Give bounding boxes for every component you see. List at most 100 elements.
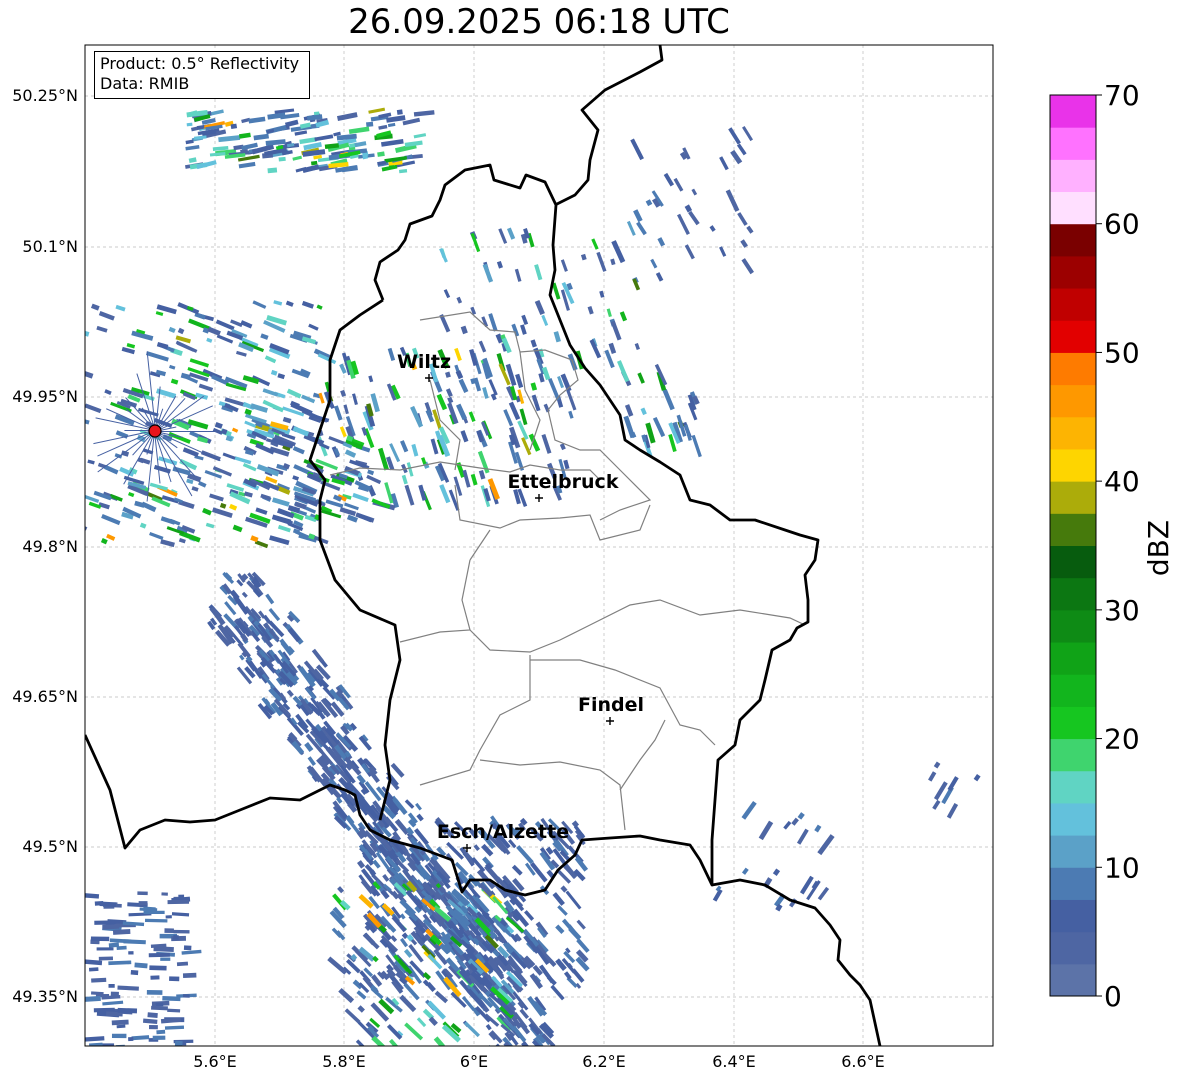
echo-cell [130, 969, 139, 976]
echo-cell [99, 901, 117, 907]
echo-cell [152, 1035, 166, 1040]
echo-cell [128, 951, 134, 955]
echo-cell [117, 1007, 138, 1014]
echo-cell [76, 924, 85, 929]
echo-cell [111, 1019, 129, 1026]
echo-cell [126, 1058, 137, 1062]
echo-cell [230, 123, 238, 130]
lon-tick: 6°E [460, 1052, 488, 1071]
lat-tick: 49.5°N [22, 837, 78, 856]
echo-cell [160, 957, 171, 961]
echo-cell [169, 976, 180, 982]
echo-cell [176, 1068, 185, 1072]
echo-cell [139, 1058, 145, 1061]
lat-tick: 49.95°N [12, 387, 78, 406]
echo-cell [186, 122, 193, 127]
echo-cell [98, 956, 114, 961]
echo-cell [103, 1067, 109, 1072]
echo-cell [85, 995, 101, 1002]
echo-cell [89, 1042, 103, 1046]
lat-tick: 49.65°N [12, 687, 78, 706]
echo-cell [162, 1059, 170, 1063]
echo-cell [165, 915, 172, 919]
echo-cell [278, 156, 286, 162]
echo-cell [167, 1008, 181, 1013]
echo-cell [116, 1024, 126, 1029]
echo-cell [173, 929, 190, 934]
echo-cell [176, 961, 189, 967]
echo-cell [151, 1005, 168, 1011]
echo-cell [110, 991, 119, 997]
lat-tick: 49.8°N [22, 537, 78, 556]
map-frame-bg [85, 45, 993, 1046]
echo-cell [161, 1045, 180, 1046]
lon-tick: 6.4°E [712, 1052, 756, 1071]
echo-cell [183, 945, 192, 951]
echo-cell [112, 929, 131, 935]
lon-tick: 5.6°E [193, 1052, 237, 1071]
echo-cell [147, 1012, 158, 1018]
echo-cell [89, 1068, 101, 1072]
city-label-findel: Findel [578, 694, 644, 716]
echo-cell [178, 894, 185, 900]
echo-cell [174, 1040, 183, 1046]
lat-tick: 50.1°N [22, 237, 78, 256]
radar-map: Wiltz Ettelbruck Findel Esch/Alzette 5.6… [12, 44, 994, 1073]
echo-cell [104, 1049, 115, 1053]
echo-cell [155, 431, 223, 432]
echo-cell [267, 167, 278, 174]
echo-cell [128, 1036, 134, 1042]
echo-cell [146, 990, 163, 995]
city-label-wiltz: Wiltz [397, 351, 451, 373]
echo-cell [96, 947, 114, 951]
echo-cell [144, 918, 168, 923]
echo-cell [164, 928, 174, 933]
echo-cell [115, 1044, 125, 1046]
echo-cell [143, 910, 165, 915]
echo-cell [105, 1062, 112, 1067]
lon-tick: 6.6°E [841, 1052, 885, 1071]
echo-cell [88, 1057, 108, 1063]
echo-cell [138, 901, 148, 906]
echo-cell [539, 1045, 549, 1046]
city-label-esch: Esch/Alzette [437, 821, 569, 843]
product-label: Product: 0.5° Reflectivity [100, 54, 300, 73]
echo-cell [149, 965, 167, 971]
echo-cell [113, 1068, 135, 1073]
echo-cell [99, 1056, 110, 1061]
echo-cell [91, 977, 107, 983]
echo-cell [149, 1024, 158, 1030]
city-label-ettelbruck: Ettelbruck [508, 471, 619, 493]
echo-cell [153, 946, 174, 953]
echo-cell [148, 952, 170, 958]
echo-cell [310, 160, 318, 166]
echo-cell [137, 891, 148, 896]
echo-cell [182, 994, 190, 998]
echo-cell [108, 984, 115, 988]
echo-cell [182, 972, 197, 979]
echo-cell [116, 945, 127, 950]
echo-cell [134, 1064, 148, 1068]
echo-cell [85, 1054, 107, 1058]
echo-cell [94, 1069, 108, 1073]
echo-cell [173, 935, 179, 940]
lon-tick: 6.2°E [582, 1052, 626, 1071]
echo-cell [161, 892, 168, 896]
echo-cell [150, 975, 160, 980]
echo-cell [156, 1029, 166, 1035]
echo-cell [108, 1059, 120, 1064]
echo-cell [486, 1045, 504, 1046]
echo-cell [176, 1047, 194, 1052]
echo-cell [119, 1056, 125, 1060]
echo-cell [146, 1049, 163, 1054]
echo-cell [111, 1033, 127, 1039]
echo-cell [111, 1053, 126, 1059]
echo-cell [167, 899, 190, 905]
product-info-box: Product: 0.5° Reflectivity Data: RMIB [94, 51, 310, 99]
echo-cell [122, 1066, 139, 1070]
echo-cell [88, 967, 99, 972]
lon-tick: 5.8°E [322, 1052, 366, 1071]
echo-cell [530, 1045, 541, 1046]
radar-site-marker [148, 424, 162, 438]
lat-tick: 50.25°N [12, 86, 78, 105]
